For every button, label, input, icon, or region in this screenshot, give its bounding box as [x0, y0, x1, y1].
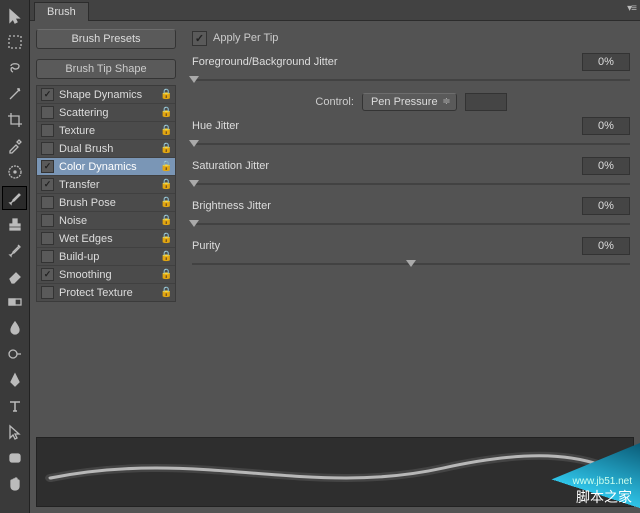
- option-label: Texture: [59, 125, 95, 137]
- option-label: Wet Edges: [59, 233, 113, 245]
- option-label: Smoothing: [59, 269, 112, 281]
- control-dropdown[interactable]: Pen Pressure: [362, 93, 457, 111]
- option-smoothing[interactable]: Smoothing 🔒: [37, 266, 175, 284]
- option-checkbox[interactable]: [41, 232, 54, 245]
- control-swatch: [465, 93, 507, 111]
- history-brush-tool[interactable]: [2, 238, 27, 262]
- tools-strip: [0, 0, 30, 513]
- crop-tool[interactable]: [2, 108, 27, 132]
- option-checkbox[interactable]: [41, 160, 54, 173]
- option-checkbox[interactable]: [41, 268, 54, 281]
- dodge-tool[interactable]: [2, 342, 27, 366]
- lock-icon[interactable]: 🔒: [160, 107, 171, 118]
- lock-icon[interactable]: 🔒: [160, 197, 171, 208]
- option-label: Dual Brush: [59, 143, 113, 155]
- lock-icon[interactable]: 🔒: [160, 269, 171, 280]
- lock-icon[interactable]: 🔒: [160, 125, 171, 136]
- type-tool[interactable]: [2, 394, 27, 418]
- panel-menu-icon[interactable]: ▾≡: [627, 3, 636, 14]
- option-checkbox[interactable]: [41, 214, 54, 227]
- option-label: Build-up: [59, 251, 99, 263]
- healing-tool[interactable]: [2, 160, 27, 184]
- option-label: Shape Dynamics: [59, 89, 142, 101]
- wand-tool[interactable]: [2, 82, 27, 106]
- brightness-jitter-slider[interactable]: [192, 221, 630, 227]
- option-label: Color Dynamics: [59, 161, 137, 173]
- hue-jitter-label: Hue Jitter: [192, 120, 576, 132]
- option-noise[interactable]: Noise 🔒: [37, 212, 175, 230]
- brightness-jitter-label: Brightness Jitter: [192, 200, 576, 212]
- option-label: Noise: [59, 215, 87, 227]
- hand-tool[interactable]: [2, 472, 27, 496]
- option-label: Scattering: [59, 107, 109, 119]
- option-build-up[interactable]: Build-up 🔒: [37, 248, 175, 266]
- option-label: Protect Texture: [59, 287, 133, 299]
- option-checkbox[interactable]: [41, 142, 54, 155]
- hue-jitter-value[interactable]: 0%: [582, 117, 630, 135]
- fgbg-jitter-label: Foreground/Background Jitter: [192, 56, 576, 68]
- option-checkbox[interactable]: [41, 178, 54, 191]
- purity-label: Purity: [192, 240, 576, 252]
- fgbg-jitter-value[interactable]: 0%: [582, 53, 630, 71]
- option-transfer[interactable]: Transfer 🔒: [37, 176, 175, 194]
- shape-tool[interactable]: [2, 446, 27, 470]
- brush-presets-button[interactable]: Brush Presets: [36, 29, 176, 49]
- tab-brush[interactable]: Brush: [34, 2, 89, 21]
- lock-icon[interactable]: 🔒: [160, 179, 171, 190]
- brightness-jitter-value[interactable]: 0%: [582, 197, 630, 215]
- fgbg-jitter-slider[interactable]: [192, 77, 630, 83]
- option-label: Brush Pose: [59, 197, 116, 209]
- lock-icon[interactable]: 🔒: [160, 215, 171, 226]
- option-checkbox[interactable]: [41, 124, 54, 137]
- brush-panel: Brush ▾≡ Brush Presets Brush Tip Shape S…: [30, 0, 640, 513]
- option-checkbox[interactable]: [41, 250, 54, 263]
- panel-tabs: Brush ▾≡: [30, 0, 640, 21]
- option-protect-texture[interactable]: Protect Texture 🔒: [37, 284, 175, 301]
- brush-stroke-preview: [36, 437, 634, 507]
- eyedropper-tool[interactable]: [2, 134, 27, 158]
- lock-icon[interactable]: 🔒: [160, 89, 171, 100]
- purity-value[interactable]: 0%: [582, 237, 630, 255]
- saturation-jitter-label: Saturation Jitter: [192, 160, 576, 172]
- option-scattering[interactable]: Scattering 🔒: [37, 104, 175, 122]
- brush-tool[interactable]: [2, 186, 27, 210]
- stamp-tool[interactable]: [2, 212, 27, 236]
- option-checkbox[interactable]: [41, 88, 54, 101]
- option-label: Transfer: [59, 179, 100, 191]
- brush-options-list: Brush Presets Brush Tip Shape Shape Dyna…: [30, 21, 182, 431]
- color-dynamics-settings: Apply Per Tip Foreground/Background Jitt…: [182, 21, 640, 431]
- hue-jitter-slider[interactable]: [192, 141, 630, 147]
- eraser-tool[interactable]: [2, 264, 27, 288]
- move-tool[interactable]: [2, 4, 27, 28]
- pen-tool[interactable]: [2, 368, 27, 392]
- option-color-dynamics[interactable]: Color Dynamics 🔒: [37, 158, 175, 176]
- option-shape-dynamics[interactable]: Shape Dynamics 🔒: [37, 86, 175, 104]
- lock-icon[interactable]: 🔒: [160, 287, 171, 298]
- option-dual-brush[interactable]: Dual Brush 🔒: [37, 140, 175, 158]
- lasso-tool[interactable]: [2, 56, 27, 80]
- purity-slider[interactable]: [192, 261, 630, 267]
- saturation-jitter-slider[interactable]: [192, 181, 630, 187]
- option-checkbox[interactable]: [41, 106, 54, 119]
- option-brush-pose[interactable]: Brush Pose 🔒: [37, 194, 175, 212]
- option-checkbox[interactable]: [41, 286, 54, 299]
- apply-per-tip-label: Apply Per Tip: [213, 32, 278, 44]
- lock-icon[interactable]: 🔒: [160, 161, 171, 172]
- brush-tip-shape-header[interactable]: Brush Tip Shape: [36, 59, 176, 79]
- option-wet-edges[interactable]: Wet Edges 🔒: [37, 230, 175, 248]
- marquee-tool[interactable]: [2, 30, 27, 54]
- apply-per-tip-checkbox[interactable]: [192, 31, 207, 46]
- option-texture[interactable]: Texture 🔒: [37, 122, 175, 140]
- lock-icon[interactable]: 🔒: [160, 251, 171, 262]
- lock-icon[interactable]: 🔒: [160, 143, 171, 154]
- saturation-jitter-value[interactable]: 0%: [582, 157, 630, 175]
- option-checkbox[interactable]: [41, 196, 54, 209]
- path-tool[interactable]: [2, 420, 27, 444]
- gradient-tool[interactable]: [2, 290, 27, 314]
- control-label: Control:: [315, 96, 354, 108]
- blur-tool[interactable]: [2, 316, 27, 340]
- lock-icon[interactable]: 🔒: [160, 233, 171, 244]
